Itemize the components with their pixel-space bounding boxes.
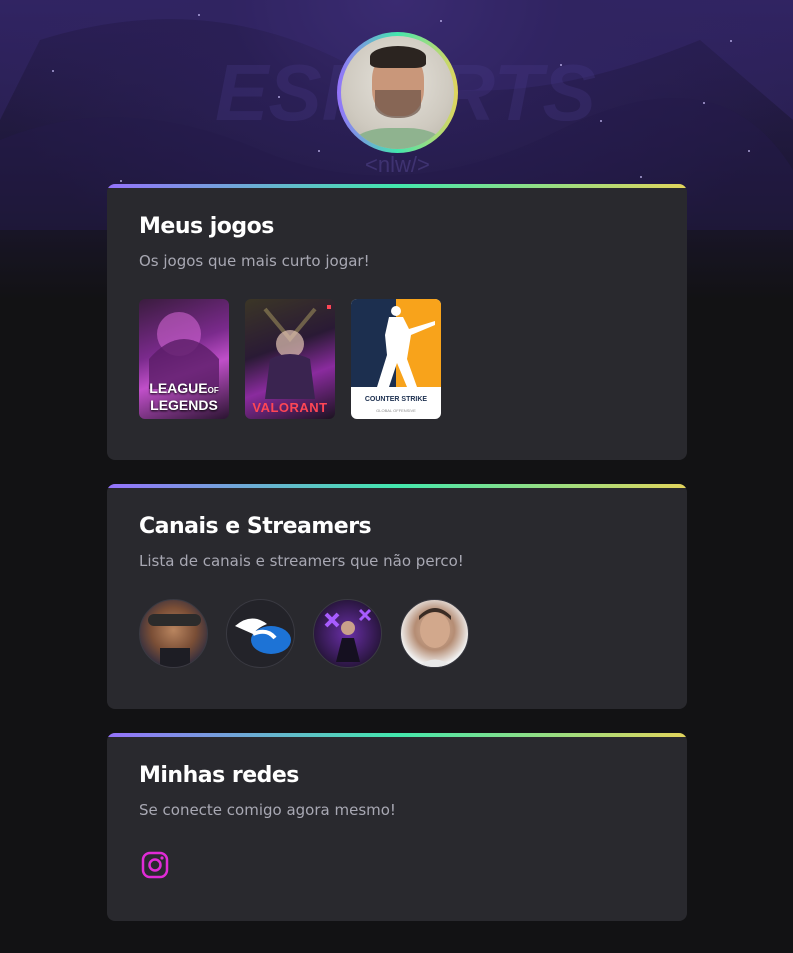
streamer-avatar-2[interactable]	[226, 599, 295, 668]
streamers-card: Canais e Streamers Lista de canais e str…	[107, 484, 687, 709]
streamers-subtitle: Lista de canais e streamers que não perc…	[139, 552, 464, 570]
social-subtitle: Se conecte comigo agora mesmo!	[139, 801, 396, 819]
streamer-avatar-3[interactable]	[313, 599, 382, 668]
games-card: Meus jogos Os jogos que mais curto jogar…	[107, 184, 687, 460]
games-title: Meus jogos	[139, 214, 274, 239]
game-league-of-legends[interactable]: LEAGUEOF LEGENDS	[139, 299, 229, 419]
streamer-avatar-4[interactable]	[400, 599, 469, 668]
cs-subcaption: GLOBAL OFFENSIVE	[376, 408, 416, 413]
avatar-photo	[341, 36, 454, 149]
svg-text:<nlw/>: <nlw/>	[365, 152, 430, 177]
social-title: Minhas redes	[139, 763, 299, 788]
games-list: LEAGUEOF LEGENDS VALORANT COUNTER STRIKE…	[139, 299, 441, 419]
profile-avatar	[337, 32, 458, 153]
social-card: Minhas redes Se conecte comigo agora mes…	[107, 733, 687, 921]
streamers-list	[139, 599, 469, 668]
streamer-avatar-1[interactable]	[139, 599, 208, 668]
valorant-caption: VALORANT	[252, 400, 328, 415]
cs-caption: COUNTER STRIKE	[364, 396, 428, 403]
games-subtitle: Os jogos que mais curto jogar!	[139, 252, 370, 270]
instagram-icon[interactable]	[140, 850, 170, 880]
streamers-title: Canais e Streamers	[139, 514, 372, 539]
game-counter-strike[interactable]: COUNTER STRIKE GLOBAL OFFENSIVE	[351, 299, 441, 419]
lol-caption: LEAGUEOF LEGENDS	[149, 380, 219, 413]
game-valorant[interactable]: VALORANT	[245, 299, 335, 419]
